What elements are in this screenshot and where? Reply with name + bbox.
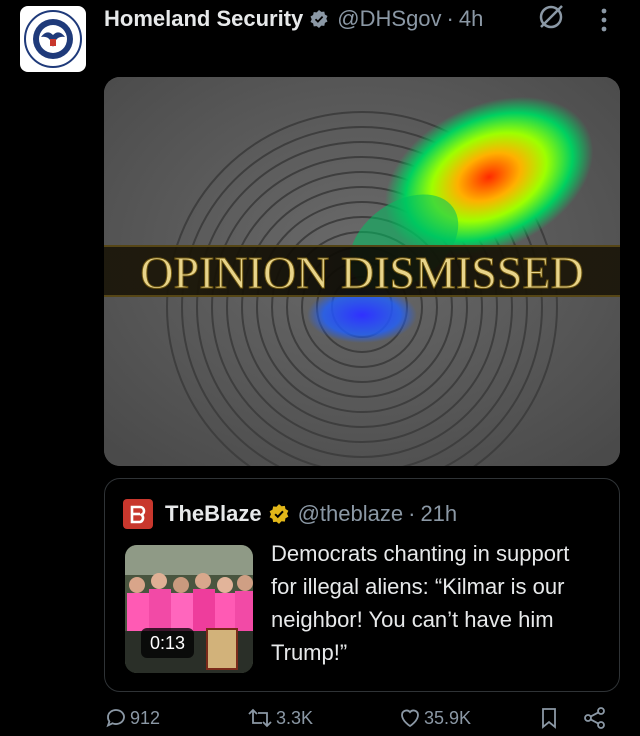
tweet-image[interactable]: OPINION DISMISSED [104,77,620,466]
like-count: 35.9K [424,707,472,728]
repost-button[interactable]: 3.3K [246,706,313,730]
bookmark-button[interactable] [538,706,562,730]
quoted-timestamp: 21h [420,501,458,526]
separator: · [408,501,416,526]
video-duration: 0:13 [141,628,195,658]
grok-icon[interactable] [536,2,566,37]
repost-count: 3.3K [276,707,314,728]
like-button[interactable]: 35.9K [398,706,471,730]
share-icon [584,707,605,729]
quoted-tweet[interactable]: TheBlaze @theblaze · 21h 0:13 Democrats … [104,478,620,692]
reply-icon [106,709,125,728]
dhs-seal-avatar[interactable] [20,6,86,72]
more-options-icon[interactable] [598,6,610,41]
action-bar: 912 3.3K 35.9K [104,706,620,736]
reply-button[interactable]: 912 [104,706,160,730]
image-caption: OPINION DISMISSED [140,247,583,298]
reply-count: 912 [130,707,161,728]
author-handle[interactable]: @DHSgov [337,6,441,32]
quoted-tweet-text: Democrats chanting in support for illega… [271,541,570,665]
heart-icon [401,709,419,728]
gold-verified-badge-icon [268,503,290,525]
repost-icon [248,708,272,728]
quoted-author-handle[interactable]: @theblaze [298,501,404,527]
bookmark-icon [542,708,556,729]
quoted-tweet-header: TheBlaze @theblaze · 21h [123,499,457,529]
timestamp[interactable]: 4h [459,6,483,32]
share-button[interactable] [582,706,610,730]
theblaze-logo-icon[interactable] [123,499,153,529]
video-thumbnail[interactable]: 0:13 [125,545,253,673]
tweet-header: Homeland Security @DHSgov · 4h [104,4,483,34]
separator: · [446,6,454,31]
author-name[interactable]: Homeland Security [104,6,303,32]
verified-badge-icon [309,9,329,29]
quoted-author-name[interactable]: TheBlaze [165,501,262,527]
